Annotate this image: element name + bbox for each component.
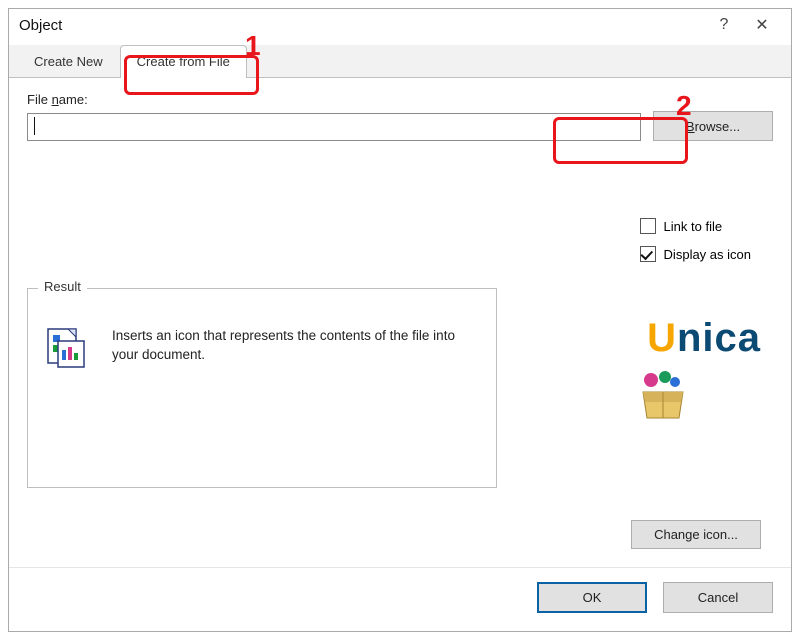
- dialog-footer: OK Cancel: [9, 567, 791, 631]
- help-icon[interactable]: ?: [705, 16, 743, 34]
- link-to-file-checkbox[interactable]: Link to file: [640, 218, 751, 234]
- checkbox-label: Display as icon: [664, 247, 751, 262]
- object-dialog: Object ? ✕ Create New Create from File F…: [8, 8, 792, 632]
- cancel-button[interactable]: Cancel: [663, 582, 773, 613]
- tab-create-from-file[interactable]: Create from File: [120, 45, 247, 78]
- titlebar: Object ? ✕: [9, 9, 791, 45]
- dialog-body: File name: Browse... Link to file Displa…: [9, 78, 791, 567]
- file-name-label: File name:: [27, 92, 641, 107]
- checkbox-icon: [640, 246, 656, 262]
- file-row: File name: Browse...: [27, 92, 773, 141]
- result-description: Inserts an icon that represents the cont…: [112, 323, 480, 365]
- close-icon[interactable]: ✕: [743, 15, 781, 35]
- result-preview-icon: [44, 323, 92, 374]
- checkbox-label: Link to file: [664, 219, 723, 234]
- tab-label: Create New: [34, 54, 103, 69]
- checkbox-group: Link to file Display as icon: [640, 218, 751, 262]
- fieldset-legend: Result: [38, 279, 87, 294]
- tab-label: Create from File: [137, 54, 230, 69]
- file-name-input[interactable]: [27, 113, 641, 141]
- dialog-title: Object: [19, 17, 62, 34]
- browse-button[interactable]: Browse...: [653, 111, 773, 141]
- display-as-icon-checkbox[interactable]: Display as icon: [640, 246, 751, 262]
- package-icon: [635, 368, 691, 427]
- result-fieldset: Result Inserts an icon that represents t…: [27, 288, 497, 488]
- checkbox-icon: [640, 218, 656, 234]
- change-icon-button[interactable]: Change icon...: [631, 520, 761, 549]
- watermark-logo: Unica: [647, 316, 761, 361]
- tab-create-new[interactable]: Create New: [17, 45, 120, 77]
- tabstrip: Create New Create from File: [9, 45, 791, 78]
- ok-button[interactable]: OK: [537, 582, 647, 613]
